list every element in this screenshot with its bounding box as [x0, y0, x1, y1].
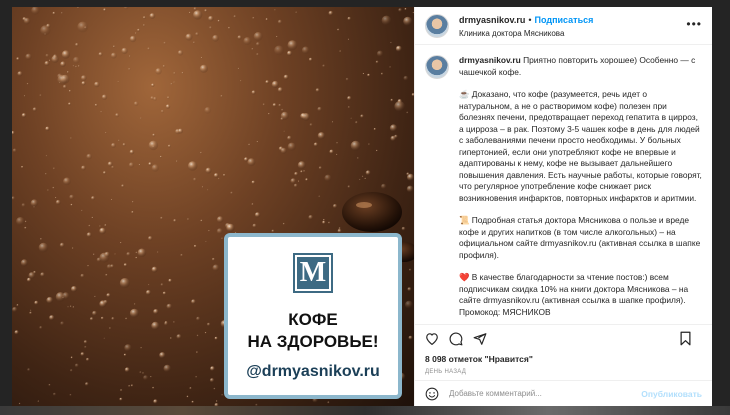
comment-input[interactable]: [449, 389, 642, 398]
avatar[interactable]: [425, 13, 449, 38]
comment-icon[interactable]: [449, 332, 463, 346]
promo-handle: @drmyasnikov.ru: [246, 363, 380, 380]
post-header: drmyasnikov.ru • Подписаться Клиника докто…: [415, 7, 712, 45]
action-bar: [415, 324, 712, 352]
post-date: ДЕНЬ НАЗАД: [425, 369, 467, 375]
post-modal: M КОФЕ НА ЗДОРОВЬЕ! @drmyasnikov.ru drmy…: [12, 7, 712, 406]
comments-area[interactable]: drmyasnikov.ru Приятно повторить хорошее…: [415, 45, 712, 324]
clinic-logo: M: [293, 253, 333, 293]
heart-icon[interactable]: [425, 332, 439, 345]
header-text: drmyasnikov.ru • Подписаться Клиника докто…: [459, 12, 593, 40]
promo-title-line2: НА ЗДОРОВЬЕ!: [247, 332, 379, 351]
promo-title: КОФЕ НА ЗДОРОВЬЕ!: [247, 309, 378, 353]
location-link[interactable]: Клиника доктора Мясникова: [459, 27, 593, 40]
caption-paragraph-2: 📜 Подробная статья доктора Мясникова о п…: [459, 215, 701, 260]
caption-paragraph-1: ☕ Доказано, что кофе (разумеется, речь и…: [459, 89, 702, 203]
more-dots-icon[interactable]: •••: [686, 18, 702, 30]
caption-paragraph-3: ❤️ В качестве благодарности за чтение по…: [459, 272, 689, 317]
follow-button[interactable]: Подписаться: [535, 15, 594, 25]
caption-avatar[interactable]: [425, 55, 449, 79]
post-side-panel: drmyasnikov.ru • Подписаться Клиника докто…: [414, 7, 712, 406]
username-link[interactable]: drmyasnikov.ru: [459, 15, 525, 25]
caption-username[interactable]: drmyasnikov.ru: [459, 55, 521, 65]
post-image[interactable]: M КОФЕ НА ЗДОРОВЬЕ! @drmyasnikov.ru: [12, 7, 414, 406]
caption-text: drmyasnikov.ru Приятно повторить хорошее…: [459, 55, 702, 318]
comment-box: Опубликовать: [415, 380, 712, 406]
screen: M КОФЕ НА ЗДОРОВЬЕ! @drmyasnikov.ru drmy…: [0, 0, 730, 415]
separator-dot: •: [528, 14, 532, 25]
smiley-icon[interactable]: [425, 387, 439, 401]
caption: drmyasnikov.ru Приятно повторить хорошее…: [425, 55, 702, 318]
likes-count[interactable]: 8 098 отметок "Нравится": [415, 352, 712, 366]
promo-card: M КОФЕ НА ЗДОРОВЬЕ! @drmyasnikov.ru: [224, 233, 402, 399]
publish-button[interactable]: Опубликовать: [641, 389, 702, 399]
bookmark-icon[interactable]: [679, 331, 692, 346]
page-backdrop: [0, 406, 730, 415]
promo-title-line1: КОФЕ: [288, 310, 338, 329]
paper-plane-icon[interactable]: [473, 332, 487, 346]
